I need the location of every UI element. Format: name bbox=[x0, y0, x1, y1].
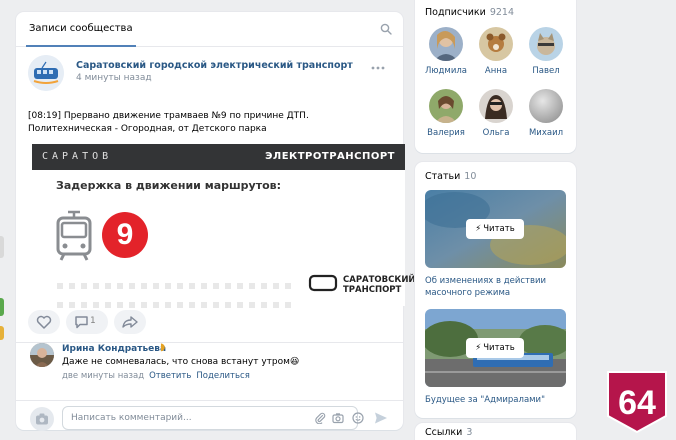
member-name: Людмила bbox=[424, 66, 467, 76]
lightning-icon: ⚡ bbox=[475, 343, 482, 353]
links-card: Ссылки 3 bbox=[415, 423, 576, 440]
member-name: Валерия bbox=[427, 128, 465, 138]
member-item[interactable]: Людмила bbox=[421, 27, 471, 76]
article-title[interactable]: Об изменениях в действии масочного режим… bbox=[425, 275, 566, 299]
member-avatar bbox=[529, 27, 563, 61]
members-title-text: Подписчики bbox=[425, 7, 486, 18]
members-title[interactable]: Подписчики 9214 bbox=[425, 7, 514, 18]
saratov-transport-logo-icon bbox=[308, 274, 338, 292]
article-cover: ⚡ Читать bbox=[425, 190, 566, 268]
send-arrow-icon[interactable] bbox=[374, 411, 388, 425]
commenter-avatar[interactable] bbox=[30, 343, 54, 367]
members-card: Подписчики 9214 Людмила Анна Павел Валери… bbox=[415, 0, 576, 153]
member-name: Михаил bbox=[528, 128, 564, 138]
article-title[interactable]: Будущее за "Адмиралами" bbox=[425, 394, 566, 406]
brand-text: САРАТОВСКИЙ ТРАНСПОРТ bbox=[343, 275, 416, 295]
member-item[interactable]: Павел bbox=[521, 27, 571, 76]
left-edge-strip bbox=[0, 0, 12, 440]
links-count: 3 bbox=[466, 427, 473, 438]
read-label: Читать bbox=[483, 224, 515, 234]
comment-text: Даже не сомневалась, что снова встанут у… bbox=[62, 357, 300, 367]
community-posts-card: Записи сообщества Саратовский городской … bbox=[16, 12, 416, 432]
tram-icon bbox=[56, 210, 92, 261]
member-avatar bbox=[479, 89, 513, 123]
post-text: [08:19] Прервано движение трамваев №9 по… bbox=[28, 111, 309, 134]
search-icon[interactable] bbox=[380, 23, 392, 35]
tab-community-posts[interactable]: Записи сообщества bbox=[28, 12, 134, 46]
read-label: Читать bbox=[483, 343, 515, 353]
post-author-link[interactable]: Саратовский городской электрический тран… bbox=[76, 60, 353, 71]
edge-chip bbox=[0, 326, 4, 340]
member-item[interactable]: Валерия bbox=[421, 89, 471, 138]
member-avatar bbox=[429, 27, 463, 61]
brand-line-2: ТРАНСПОРТ bbox=[343, 285, 402, 295]
links-title-text: Ссылки bbox=[425, 427, 463, 438]
post-image-banner[interactable]: САРАТОВ ЭЛЕКТРОТРАНСПОРТ Задержка в движ… bbox=[32, 144, 416, 308]
community-avatar[interactable] bbox=[28, 55, 64, 91]
member-item[interactable]: Анна bbox=[471, 27, 521, 76]
member-item[interactable]: Ольга bbox=[471, 89, 521, 138]
reply-link[interactable]: Ответить bbox=[149, 371, 191, 381]
bread-emoji-icon: ◗ bbox=[160, 342, 166, 353]
comment-meta: две минуты назад Ответить Поделиться bbox=[62, 371, 250, 381]
attach-paperclip-icon[interactable] bbox=[314, 412, 326, 424]
commenter-photo bbox=[30, 343, 54, 367]
comment-time[interactable]: две минуты назад bbox=[62, 371, 144, 381]
comment-item: Ирина Кондратьева ◗ Даже не сомневалась,… bbox=[30, 342, 390, 393]
active-tab-indicator bbox=[26, 45, 136, 47]
banner-transport-word: ЭЛЕКТРОТРАНСПОРТ bbox=[265, 151, 395, 162]
read-article-button[interactable]: ⚡ Читать bbox=[466, 219, 524, 239]
my-avatar-camera[interactable] bbox=[30, 407, 54, 431]
camera-icon bbox=[36, 413, 48, 425]
channel-64-badge: 64 bbox=[607, 371, 667, 434]
member-name: Ольга bbox=[482, 128, 510, 138]
more-options-icon[interactable] bbox=[371, 65, 385, 71]
brand-line-1: САРАТОВСКИЙ bbox=[343, 275, 416, 285]
banner-headline: Задержка в движении маршрутов: bbox=[56, 179, 282, 192]
articles-title-text: Статьи bbox=[425, 171, 461, 182]
comment-composer bbox=[26, 406, 394, 432]
member-avatar bbox=[429, 89, 463, 123]
route-number-badge: 9 bbox=[102, 212, 148, 258]
comment-icon bbox=[75, 316, 88, 329]
articles-count: 10 bbox=[464, 171, 477, 182]
smiley-icon[interactable] bbox=[352, 412, 364, 424]
member-name: Анна bbox=[484, 66, 508, 76]
banner-city-word: САРАТОВ bbox=[42, 151, 113, 162]
post-time[interactable]: 4 минуты назад bbox=[76, 73, 152, 83]
heart-icon bbox=[36, 315, 52, 329]
articles-card: Статьи 10 ⚡ Читать Об изменениях в действи… bbox=[415, 162, 576, 418]
community-logo-icon bbox=[28, 55, 64, 91]
posts-tabs: Записи сообщества bbox=[16, 12, 403, 47]
lightning-icon: ⚡ bbox=[475, 224, 482, 234]
edge-chip bbox=[0, 236, 4, 258]
like-button[interactable] bbox=[28, 310, 60, 334]
article-item[interactable]: ⚡ Читать Будущее за "Адмиралами" bbox=[425, 309, 566, 406]
member-item[interactable]: Михаил bbox=[521, 89, 571, 138]
share-button[interactable] bbox=[114, 310, 146, 334]
faint-route-rows bbox=[54, 276, 294, 308]
comment-author-link[interactable]: Ирина Кондратьева bbox=[62, 344, 166, 354]
members-count: 9214 bbox=[489, 7, 515, 18]
share-arrow-icon bbox=[122, 316, 138, 328]
member-avatar bbox=[479, 27, 513, 61]
comment-count: 1 bbox=[90, 316, 96, 326]
articles-title[interactable]: Статьи 10 bbox=[425, 171, 476, 182]
edge-chip bbox=[0, 298, 4, 316]
article-cover: ⚡ Читать bbox=[425, 309, 566, 387]
article-item[interactable]: ⚡ Читать Об изменениях в действии масочно… bbox=[425, 190, 566, 299]
post-header: Саратовский городской электрический тран… bbox=[28, 55, 391, 95]
badge-number: 64 bbox=[618, 384, 656, 422]
photo-camera-icon[interactable] bbox=[332, 412, 344, 424]
links-title[interactable]: Ссылки 3 bbox=[425, 427, 472, 438]
composer-divider bbox=[16, 400, 403, 401]
comment-button[interactable] bbox=[66, 310, 108, 334]
member-name: Павел bbox=[532, 66, 560, 76]
member-avatar bbox=[529, 89, 563, 123]
read-article-button[interactable]: ⚡ Читать bbox=[466, 338, 524, 358]
banner-header-strip: САРАТОВ ЭЛЕКТРОТРАНСПОРТ bbox=[32, 144, 405, 170]
share-comment-link[interactable]: Поделиться bbox=[196, 371, 249, 381]
